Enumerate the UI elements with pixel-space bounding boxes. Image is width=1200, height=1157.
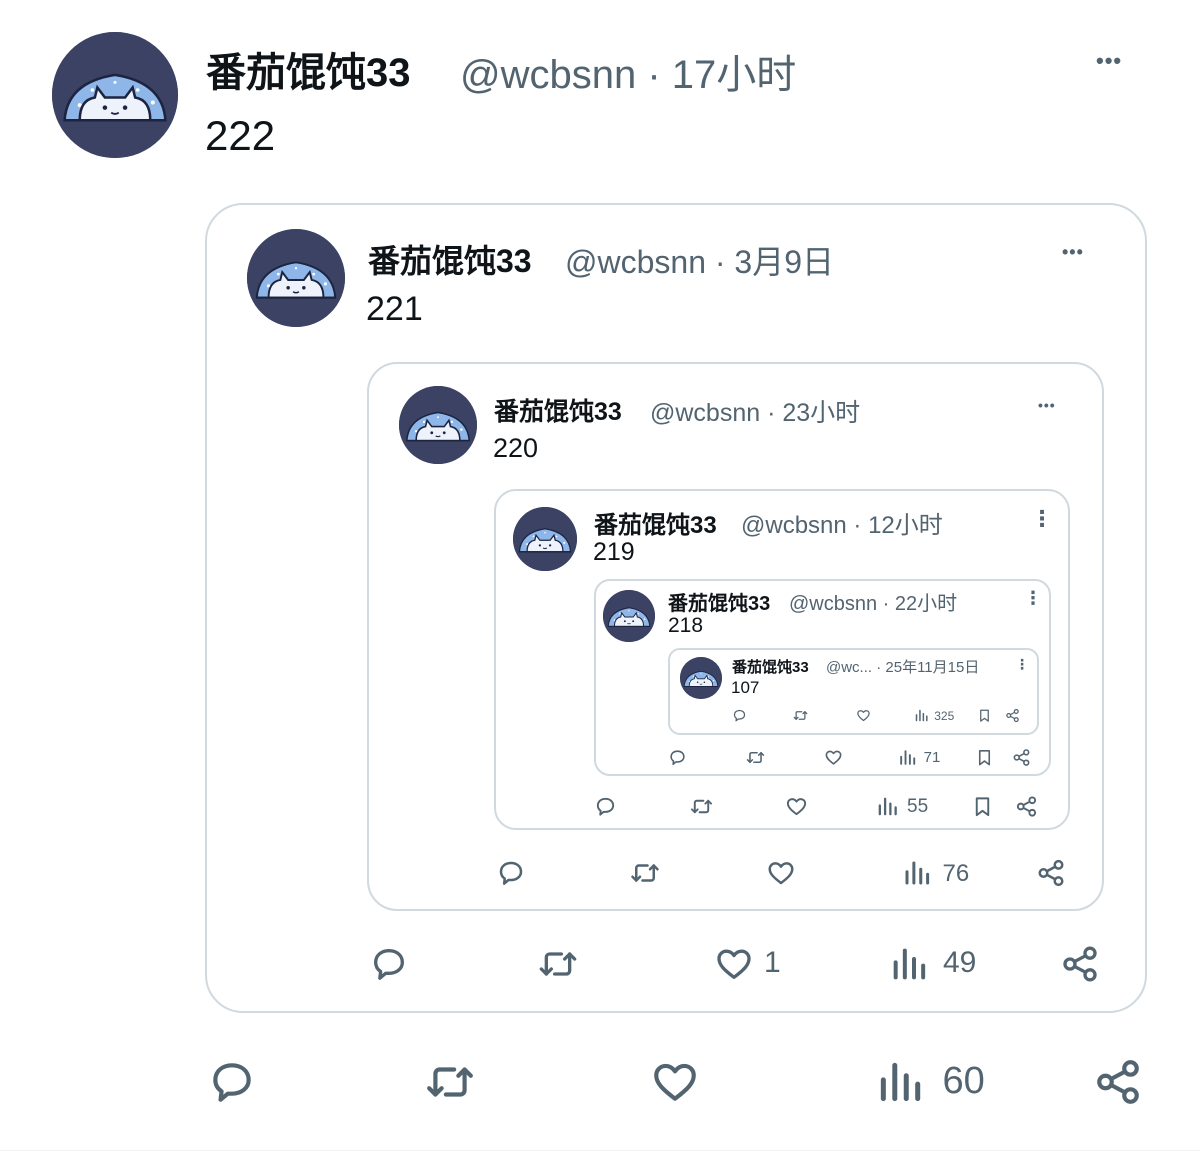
retweet-icon[interactable] <box>425 1057 475 1107</box>
avatar[interactable] <box>513 507 577 571</box>
views-count: 60 <box>942 1059 985 1102</box>
more-options-icon[interactable]: ••• <box>1062 242 1084 263</box>
share-icon[interactable] <box>1093 1057 1143 1107</box>
views-count: 49 <box>943 946 977 979</box>
tweet-text: 222 <box>205 112 276 159</box>
avatar[interactable] <box>52 32 178 158</box>
handle-and-time[interactable]: @wcbsnn · 17小时 <box>460 42 796 100</box>
like-icon[interactable] <box>714 944 754 984</box>
reply-icon[interactable] <box>594 795 617 818</box>
avatar[interactable] <box>247 229 345 327</box>
handle-and-time[interactable]: @wc... · 25年11月15日 <box>826 656 979 677</box>
reply-icon[interactable] <box>369 944 409 984</box>
avatar[interactable] <box>680 657 722 699</box>
handle-and-time[interactable]: @wcbsnn · 12小时 <box>741 505 943 540</box>
views-count: 325 <box>934 708 955 723</box>
share-icon[interactable] <box>1005 708 1020 723</box>
views-count: 55 <box>907 796 929 818</box>
reply-icon[interactable] <box>207 1057 257 1107</box>
avatar[interactable] <box>399 386 477 464</box>
views-count: 76 <box>942 859 970 887</box>
more-options-icon[interactable]: ••• <box>1096 48 1122 74</box>
views-count: 71 <box>923 748 941 766</box>
views-icon[interactable] <box>875 1057 925 1107</box>
more-options-icon[interactable]: ••• <box>1038 397 1056 413</box>
handle-and-time[interactable]: @wcbsnn · 22小时 <box>789 587 957 616</box>
views-icon[interactable] <box>898 748 917 767</box>
author-name[interactable]: 番茄馄饨33 <box>494 392 622 428</box>
views-icon[interactable] <box>902 858 932 888</box>
like-icon[interactable] <box>650 1057 700 1107</box>
more-options-icon[interactable]: ⋮ <box>1031 506 1054 532</box>
like-icon[interactable] <box>856 708 871 723</box>
reply-icon[interactable] <box>732 708 747 723</box>
share-icon[interactable] <box>1015 795 1038 818</box>
bookmark-icon[interactable] <box>977 708 992 723</box>
share-icon[interactable] <box>1036 858 1066 888</box>
author-name[interactable]: 番茄馄饨33 <box>668 587 770 616</box>
handle-and-time[interactable]: @wcbsnn · 3月9日 <box>565 237 834 283</box>
like-icon[interactable] <box>824 748 843 767</box>
like-icon[interactable] <box>766 858 796 888</box>
views-icon[interactable] <box>876 795 899 818</box>
views-icon[interactable] <box>889 944 929 984</box>
bookmark-icon[interactable] <box>971 795 994 818</box>
more-options-icon[interactable]: ⋮ <box>1015 656 1030 673</box>
views-icon[interactable] <box>914 708 929 723</box>
like-icon[interactable] <box>785 795 808 818</box>
author-name[interactable]: 番茄馄饨33 <box>732 656 809 677</box>
tweet-text: 221 <box>366 290 423 328</box>
author-name[interactable]: 番茄馄饨33 <box>594 505 717 540</box>
author-name[interactable]: 番茄馄饨33 <box>368 236 532 282</box>
tweet-text: 220 <box>493 433 539 463</box>
retweet-icon[interactable] <box>630 858 660 888</box>
handle-and-time[interactable]: @wcbsnn · 23小时 <box>650 393 860 429</box>
reply-icon[interactable] <box>496 858 526 888</box>
retweet-icon[interactable] <box>793 708 808 723</box>
bookmark-icon[interactable] <box>975 748 994 767</box>
avatar[interactable] <box>603 590 655 642</box>
share-icon[interactable] <box>1060 944 1100 984</box>
tweet-text: 107 <box>731 678 760 697</box>
tweet-text: 219 <box>593 538 635 566</box>
retweet-icon[interactable] <box>538 944 578 984</box>
retweet-icon[interactable] <box>690 795 713 818</box>
divider <box>0 1150 1200 1151</box>
like-count: 1 <box>764 946 781 979</box>
author-name[interactable]: 番茄馄饨33 <box>206 40 411 98</box>
tweet-text: 218 <box>668 614 704 637</box>
retweet-icon[interactable] <box>746 748 765 767</box>
share-icon[interactable] <box>1012 748 1031 767</box>
reply-icon[interactable] <box>668 748 687 767</box>
more-options-icon[interactable]: ⋮ <box>1024 588 1043 609</box>
